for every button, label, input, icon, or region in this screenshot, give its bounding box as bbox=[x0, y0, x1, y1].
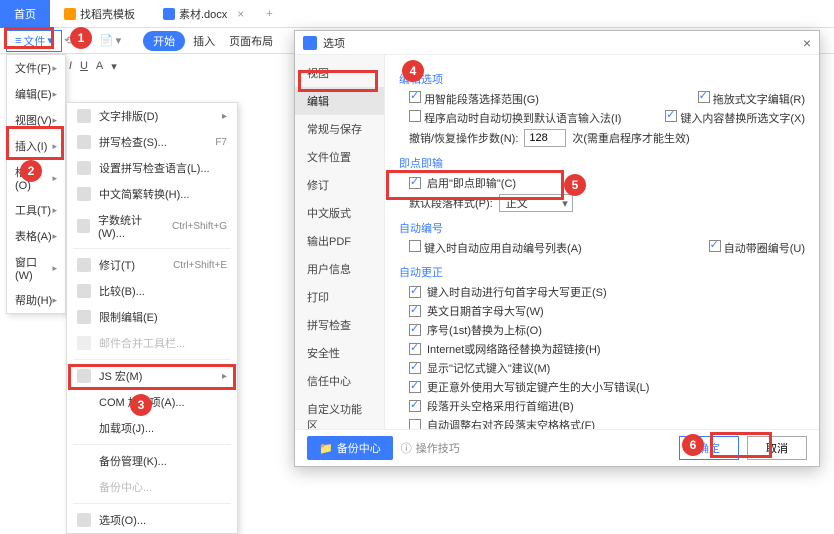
menu-help[interactable]: 帮助(H)▸ bbox=[7, 287, 65, 313]
undo-steps-input[interactable] bbox=[524, 129, 566, 147]
dialog-footer: 📁 备份中心 ⓘ 操作技巧 确定 取消 bbox=[295, 429, 819, 466]
new-tab-icon[interactable]: + bbox=[266, 8, 272, 20]
default-style-select[interactable]: 正文 bbox=[499, 194, 573, 212]
sub-spellcheck[interactable]: 拼写检查(S)...F7 bbox=[67, 129, 237, 155]
nav-fileloc[interactable]: 文件位置 bbox=[295, 143, 384, 171]
sub-spell-lang[interactable]: 设置拼写检查语言(L)... bbox=[67, 155, 237, 181]
chk-af2[interactable] bbox=[409, 305, 421, 317]
badge-3: 3 bbox=[130, 394, 152, 416]
chk-autonum-apply[interactable] bbox=[409, 240, 421, 252]
dialog-content: 编辑选项 用智能段落选择范围(G) 拖放式文字编辑(R) 程序启动时自动切换到默… bbox=[385, 55, 819, 429]
gear-icon bbox=[77, 513, 91, 527]
nav-spell[interactable]: 拼写检查 bbox=[295, 311, 384, 339]
sub-backup-center: 备份中心... bbox=[67, 474, 237, 500]
chk-smart-select[interactable] bbox=[409, 91, 421, 103]
sub-backup-mgr[interactable]: 备份管理(K)... bbox=[67, 448, 237, 474]
tab-doc[interactable]: 素材.docx× bbox=[149, 0, 258, 28]
file-menu-button[interactable]: ≡ 文件 ▾ bbox=[6, 30, 62, 52]
menu-tools[interactable]: 工具(T)▸ bbox=[7, 197, 65, 223]
nav-view[interactable]: 视图 bbox=[295, 59, 384, 87]
section-instant: 即点即输 bbox=[399, 155, 805, 171]
nav-print[interactable]: 打印 bbox=[295, 283, 384, 311]
nav-revision[interactable]: 修订 bbox=[295, 171, 384, 199]
nav-general[interactable]: 常规与保存 bbox=[295, 115, 384, 143]
section-autonum: 自动编号 bbox=[399, 220, 805, 236]
close-icon[interactable]: × bbox=[237, 7, 244, 21]
chk-af1[interactable] bbox=[409, 286, 421, 298]
tab-insert[interactable]: 插入 bbox=[187, 31, 221, 51]
nav-custom-ribbon[interactable]: 自定义功能区 bbox=[295, 395, 384, 429]
file-dropdown: 文件(F)▸ 编辑(E)▸ 视图(V)▸ 插入(I)▸ 格式(O)▸ 工具(T)… bbox=[6, 54, 66, 314]
sub-js-macro[interactable]: JS 宏(M)▸ bbox=[67, 363, 237, 389]
sub-mailmerge: 邮件合并工具栏... bbox=[67, 330, 237, 356]
options-dialog: 选项 × 视图 编辑 常规与保存 文件位置 修订 中文版式 输出PDF 用户信息… bbox=[294, 30, 820, 467]
menu-insert[interactable]: 插入(I)▸ bbox=[7, 133, 65, 159]
chk-af3[interactable] bbox=[409, 324, 421, 336]
tab-layout[interactable]: 页面布局 bbox=[223, 31, 279, 51]
nav-edit[interactable]: 编辑 bbox=[295, 87, 384, 115]
chk-af6[interactable] bbox=[409, 381, 421, 393]
badge-2: 2 bbox=[20, 160, 42, 182]
tips-link[interactable]: ⓘ 操作技巧 bbox=[401, 440, 460, 456]
backup-center-button[interactable]: 📁 备份中心 bbox=[307, 436, 393, 460]
tab-templates[interactable]: 找稻壳模板 bbox=[50, 0, 149, 28]
top-tab-bar: 首页 找稻壳模板 素材.docx× + bbox=[0, 0, 834, 28]
nav-pdf[interactable]: 输出PDF bbox=[295, 227, 384, 255]
sub-revision[interactable]: 修订(T)Ctrl+Shift+E bbox=[67, 252, 237, 278]
dialog-titlebar: 选项 × bbox=[295, 31, 819, 55]
menu-table[interactable]: 表格(A)▸ bbox=[7, 223, 65, 249]
sub-com-addin[interactable]: COM 加载项(A)... bbox=[67, 389, 237, 415]
cancel-button[interactable]: 取消 bbox=[747, 436, 807, 460]
tab-start[interactable]: 开始 bbox=[143, 31, 185, 51]
sub-text-layout[interactable]: 文字排版(D)▸ bbox=[67, 103, 237, 129]
tab-home[interactable]: 首页 bbox=[0, 0, 50, 28]
badge-6: 6 bbox=[682, 434, 704, 456]
chk-autonum-tab[interactable] bbox=[709, 240, 721, 252]
chk-instant[interactable] bbox=[409, 177, 421, 189]
chk-af7[interactable] bbox=[409, 400, 421, 412]
dialog-title-text: 选项 bbox=[323, 35, 345, 51]
dialog-nav: 视图 编辑 常规与保存 文件位置 修订 中文版式 输出PDF 用户信息 打印 拼… bbox=[295, 55, 385, 429]
chk-af8[interactable] bbox=[409, 419, 421, 429]
tools-submenu: 文字排版(D)▸ 拼写检查(S)...F7 设置拼写检查语言(L)... 中文简… bbox=[66, 102, 238, 534]
chk-auto-ime[interactable] bbox=[409, 110, 421, 122]
menu-view[interactable]: 视图(V)▸ bbox=[7, 107, 65, 133]
sub-options[interactable]: 选项(O)... bbox=[67, 507, 237, 533]
chk-type-replace[interactable] bbox=[665, 110, 677, 122]
sub-restrict[interactable]: 限制编辑(E) bbox=[67, 304, 237, 330]
chk-drag-edit[interactable] bbox=[698, 91, 710, 103]
section-autofix: 自动更正 bbox=[399, 264, 805, 280]
badge-5: 5 bbox=[564, 174, 586, 196]
dialog-icon bbox=[303, 36, 317, 50]
dialog-close-icon[interactable]: × bbox=[803, 35, 811, 51]
sub-wordcount[interactable]: 字数统计(W)...Ctrl+Shift+G bbox=[67, 207, 237, 245]
sub-compare[interactable]: 比较(B)... bbox=[67, 278, 237, 304]
badge-4: 4 bbox=[402, 60, 424, 82]
menu-edit[interactable]: 编辑(E)▸ bbox=[7, 81, 65, 107]
nav-trust[interactable]: 信任中心 bbox=[295, 367, 384, 395]
sub-cn-convert[interactable]: 中文简繁转换(H)... bbox=[67, 181, 237, 207]
sub-addin[interactable]: 加载项(J)... bbox=[67, 415, 237, 441]
section-edit-options: 编辑选项 bbox=[399, 71, 805, 87]
nav-security[interactable]: 安全性 bbox=[295, 339, 384, 367]
nav-cn-layout[interactable]: 中文版式 bbox=[295, 199, 384, 227]
chk-af4[interactable] bbox=[409, 343, 421, 355]
nav-user[interactable]: 用户信息 bbox=[295, 255, 384, 283]
menu-file[interactable]: 文件(F)▸ bbox=[7, 55, 65, 81]
badge-1: 1 bbox=[70, 27, 92, 49]
chk-af5[interactable] bbox=[409, 362, 421, 374]
menu-window[interactable]: 窗口(W)▸ bbox=[7, 249, 65, 287]
